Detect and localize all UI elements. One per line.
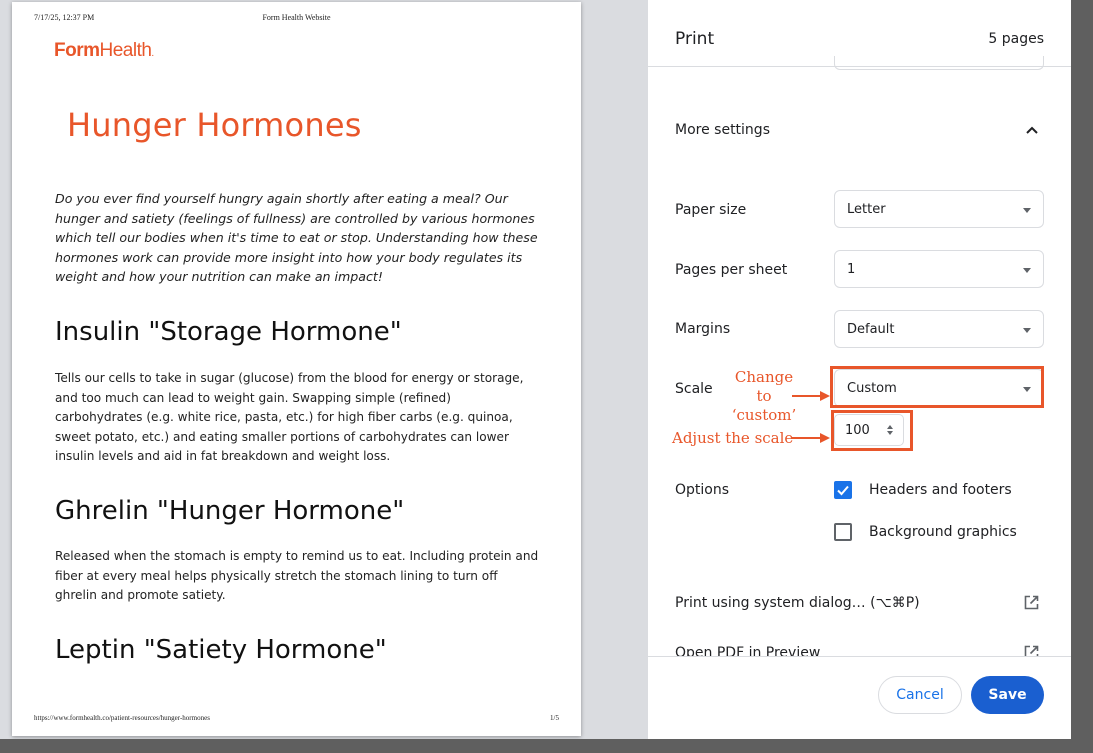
background-graphics-checkbox[interactable] [834,523,852,541]
intro-paragraph: Do you ever find yourself hungry again s… [55,191,538,285]
background-graphics-label[interactable]: Background graphics [869,524,1017,540]
header-divider [648,66,1071,67]
system-dialog-link[interactable]: Print using system dialog… (⌥⌘P) [675,595,920,611]
section-heading-ghrelin: Ghrelin "Hunger Hormone" [55,496,405,526]
panel-title: Print [675,29,715,49]
caret-down-icon [1023,208,1031,213]
window-edge-bottom [0,739,1093,753]
footer-divider [648,656,1071,657]
annotation-highlight-scale-select [830,366,1044,408]
page-count: 5 pages [988,31,1044,47]
caret-down-icon [1023,328,1031,333]
pages-per-sheet-value: 1 [847,262,856,277]
annotation-line: Change to [734,368,794,405]
section-heading-insulin: Insulin "Storage Hormone" [55,317,402,347]
logo-bold-text: Form [54,40,100,61]
footer-url: https://www.formhealth.co/patient-resour… [34,714,210,722]
scrolled-select-edge [834,56,1044,70]
window-edge-right [1071,0,1093,753]
headers-footers-checkbox[interactable] [834,481,852,499]
annotation-arrow-icon [792,391,830,401]
checkmark-icon [837,485,849,496]
more-settings-toggle[interactable]: More settings [675,122,770,138]
paper-size-label: Paper size [675,202,747,218]
pages-per-sheet-select[interactable]: 1 [834,250,1044,288]
paper-size-value: Letter [847,202,886,217]
section-body-insulin: Tells our cells to take in sugar (glucos… [55,371,524,464]
document-title: Hunger Hormones [67,106,362,144]
footer-page-number: 1/5 [550,714,559,722]
paper-size-select[interactable]: Letter [834,190,1044,228]
margins-value: Default [847,322,895,337]
pages-per-sheet-label: Pages per sheet [675,262,788,278]
formhealth-logo: FormHealth. [54,40,154,62]
print-preview-page: 7/17/25, 12:37 PM Form Health Website Fo… [12,2,581,736]
annotation-adjust-scale: Adjust the scale [672,429,794,447]
chevron-up-icon[interactable] [1024,122,1040,138]
logo-regular-text: Health [99,40,152,61]
section-heading-leptin: Leptin "Satiety Hormone" [55,635,387,665]
header-site-title: Form Health Website [262,13,331,22]
annotation-line: ‘custom’ [731,406,797,424]
annotation-arrow-icon [792,433,830,443]
save-button[interactable]: Save [971,676,1044,714]
scale-label: Scale [675,381,713,397]
annotation-highlight-scale-input [831,410,913,451]
caret-down-icon [1023,268,1031,273]
section-body-ghrelin: Released when the stomach is empty to re… [55,549,539,603]
margins-select[interactable]: Default [834,310,1044,348]
annotation-change-to-custom: Change to ‘custom’ [726,368,802,425]
headers-footers-label[interactable]: Headers and footers [869,482,1012,498]
logo-dot: . [151,48,154,59]
margins-label: Margins [675,321,731,337]
cancel-button[interactable]: Cancel [878,676,962,714]
options-label: Options [675,482,730,498]
open-external-icon[interactable] [1024,595,1039,610]
